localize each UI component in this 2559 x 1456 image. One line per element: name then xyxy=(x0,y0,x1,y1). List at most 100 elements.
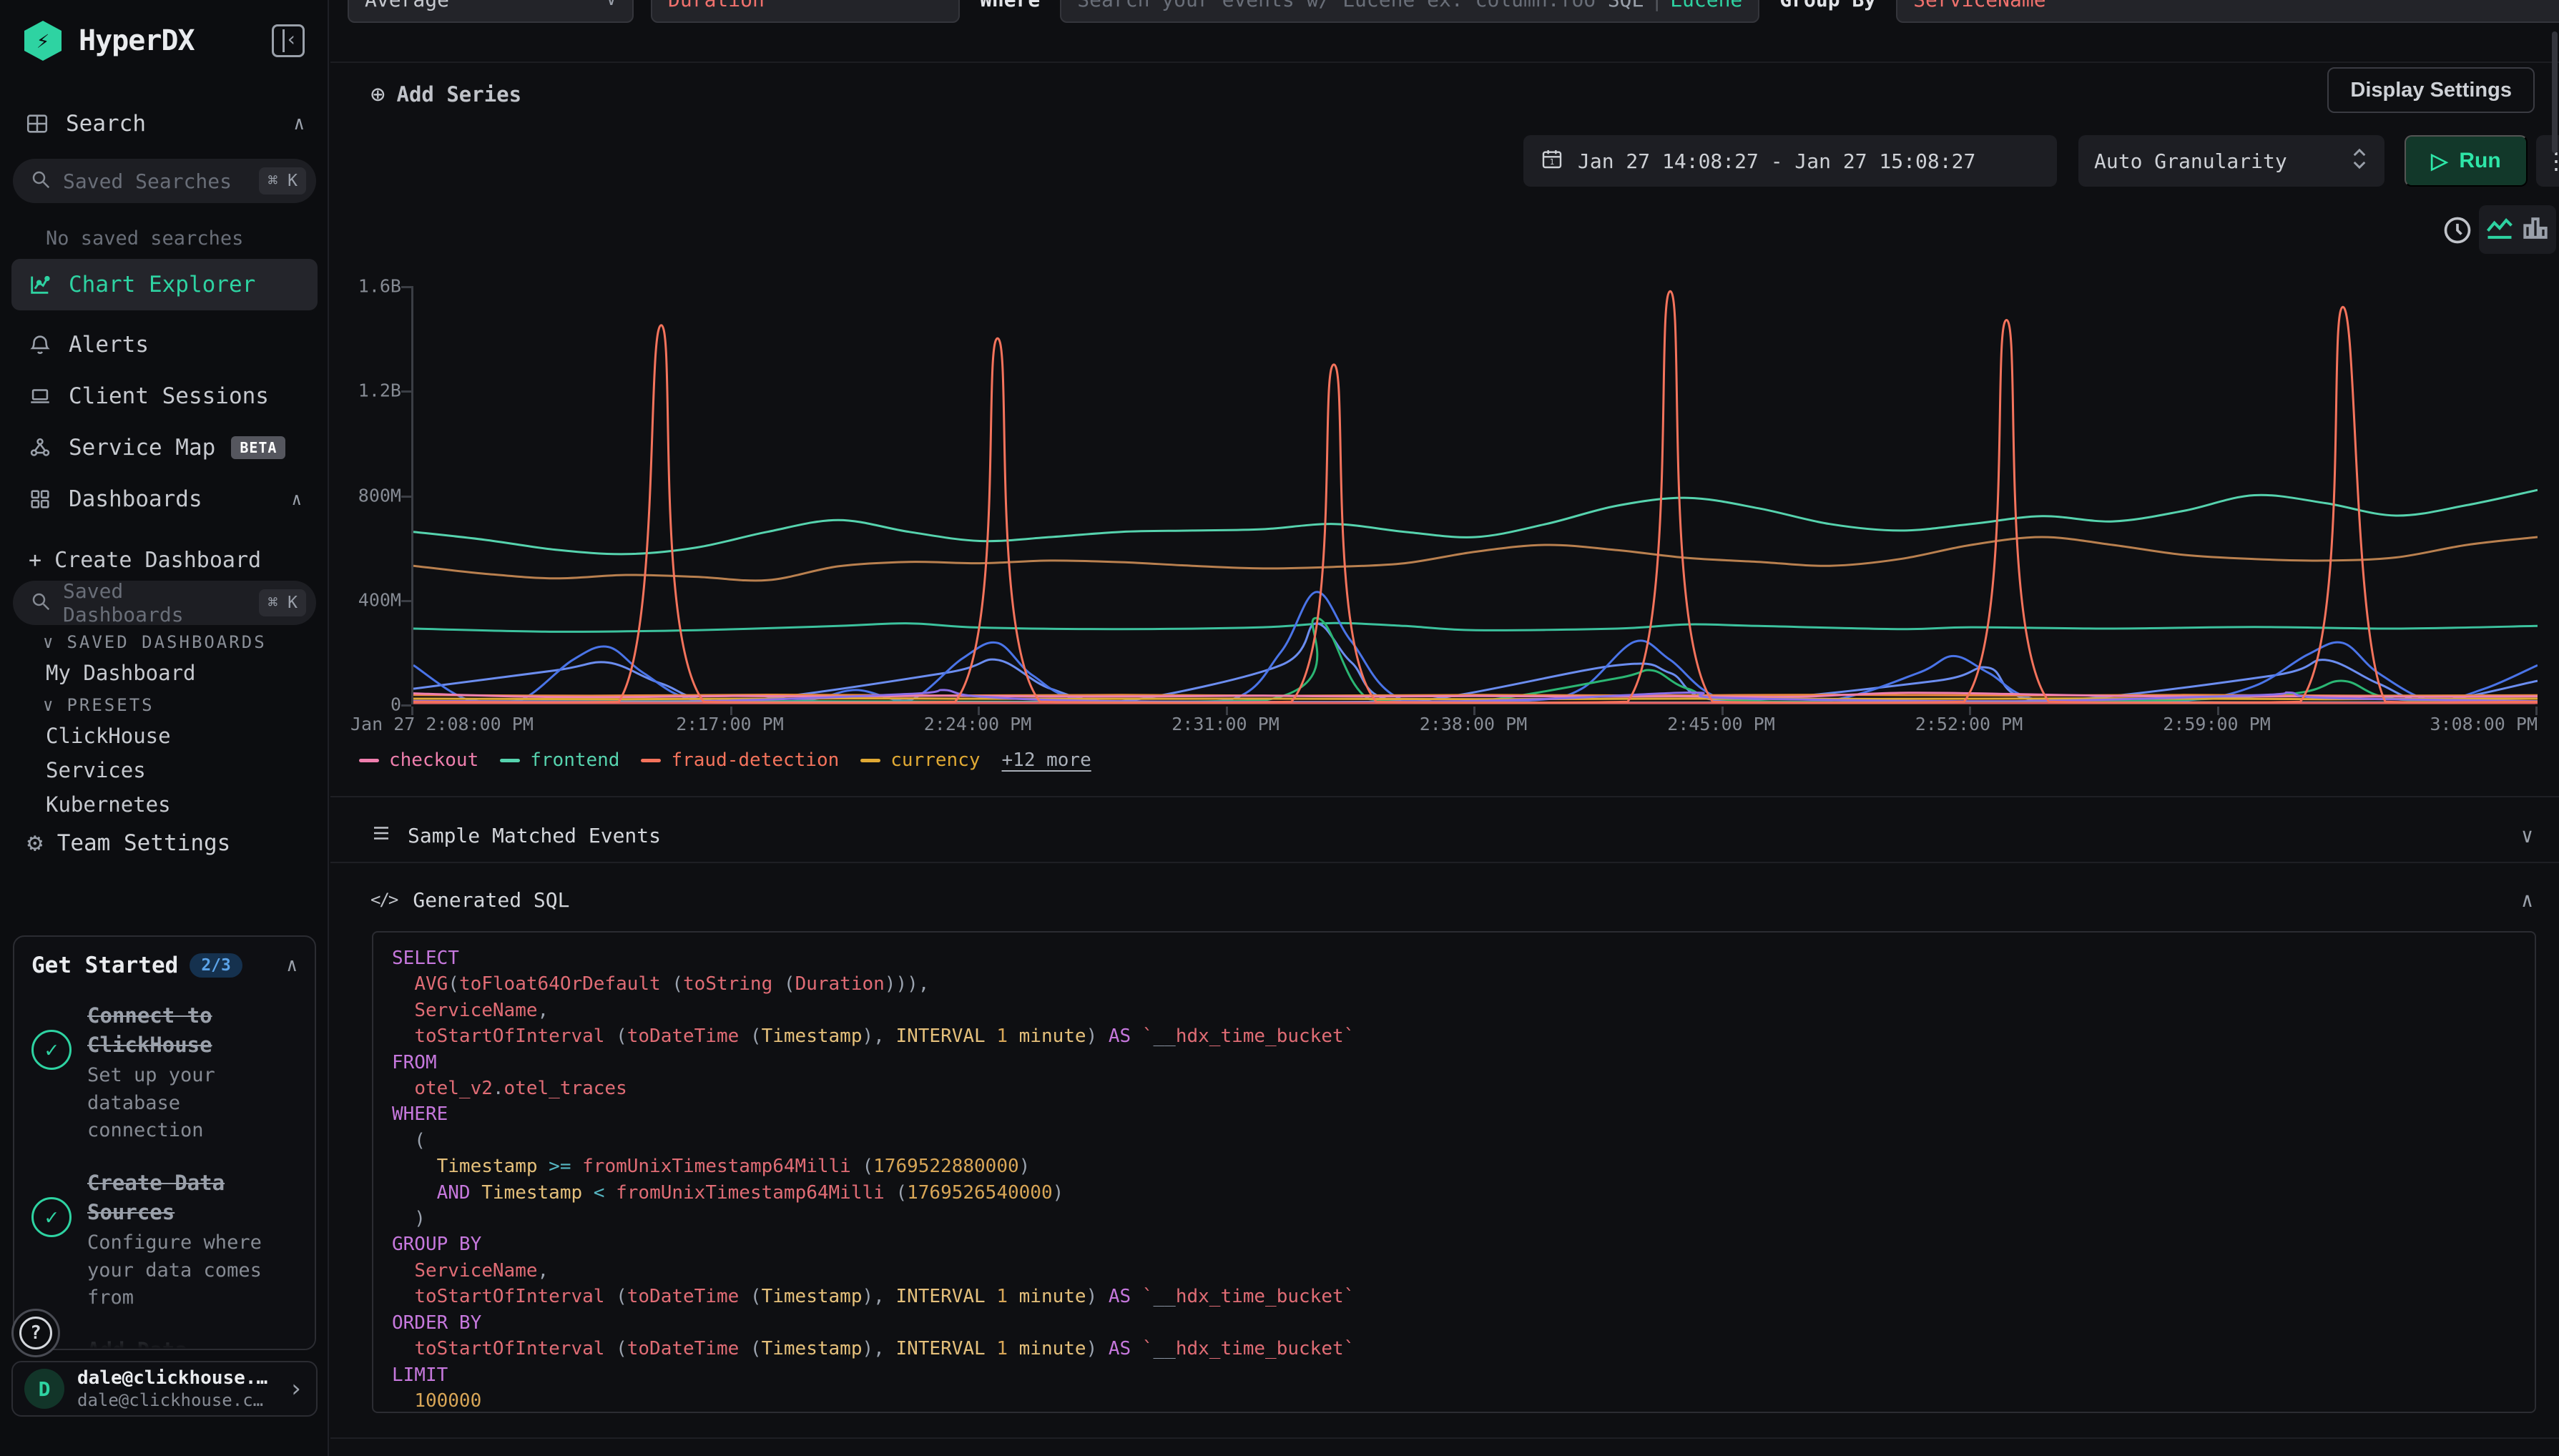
saved-searches-input[interactable]: Saved Searches ⌘ K xyxy=(13,159,316,203)
y-axis-tick xyxy=(401,496,411,498)
legend-item-fraud-detection[interactable]: fraud-detection xyxy=(641,749,839,771)
chevron-up-icon[interactable]: ∧ xyxy=(293,113,305,134)
sql-line: ServiceName, xyxy=(392,998,2516,1023)
legend-item-checkout[interactable]: checkout xyxy=(359,749,478,771)
legend-label: frontend xyxy=(530,749,619,771)
series-other-blue-light xyxy=(413,624,2538,702)
bar-chart-icon[interactable] xyxy=(2520,212,2551,247)
preset-kubernetes[interactable]: Kubernetes xyxy=(46,792,171,817)
line-chart-icon[interactable] xyxy=(2484,212,2515,247)
x-axis-tick-label: 2:59:00 PM xyxy=(2163,714,2271,734)
series-other-brown xyxy=(413,537,2538,581)
x-axis-tick-label: 2:17:00 PM xyxy=(676,714,784,734)
sql-toggle[interactable]: SQL xyxy=(1608,0,1644,11)
lucene-toggle[interactable]: Lucene xyxy=(1670,0,1742,11)
granularity-select[interactable]: Auto Granularity xyxy=(2078,135,2384,187)
legend-item-frontend[interactable]: frontend xyxy=(500,749,619,771)
create-dashboard-button[interactable]: + Create Dashboard xyxy=(29,548,261,573)
display-settings-button[interactable]: Display Settings xyxy=(2327,67,2535,113)
search-icon xyxy=(30,169,51,193)
app-logo-row: ⚡ HyperDX xyxy=(24,20,305,62)
sidebar-item-alerts[interactable]: Alerts xyxy=(11,319,318,370)
hyperdx-logo-icon[interactable]: ⚡ xyxy=(24,21,62,61)
clock-icon[interactable] xyxy=(2442,215,2473,246)
get-started-step[interactable]: ✓Create Data SourcesConfigure where your… xyxy=(14,1150,315,1317)
help-button[interactable]: ? xyxy=(11,1309,60,1357)
saved-dashboard-my-dashboard[interactable]: My Dashboard xyxy=(46,661,196,685)
series-other-blue xyxy=(413,592,2538,702)
sample-matched-events-section[interactable]: Sample Matched Events ∨ xyxy=(370,810,2533,861)
chevron-right-icon: › xyxy=(289,1374,303,1403)
user-menu[interactable]: D dale@clickhouse.… dale@clickhouse.c… › xyxy=(11,1361,318,1417)
field-input[interactable]: Duration xyxy=(651,0,960,23)
saved-dashboards-input[interactable]: Saved Dashboards ⌘ K xyxy=(13,581,316,625)
presets-section-header[interactable]: ∨ PRESETS xyxy=(43,695,154,715)
sidebar-item-label: Service Map xyxy=(69,435,215,461)
get-started-title: Get Started xyxy=(31,953,178,978)
date-range-value: Jan 27 14:08:27 - Jan 27 15:08:27 xyxy=(1578,149,1975,173)
user-name: dale@clickhouse.… xyxy=(77,1367,267,1390)
chart-type-toggle xyxy=(2479,205,2556,254)
sidebar: ⚡ HyperDX Search ∧ Saved Searches ⌘ K No… xyxy=(0,0,329,1456)
chevron-up-icon: ∧ xyxy=(2521,888,2533,912)
sidebar-item-label: Client Sessions xyxy=(69,383,269,409)
check-circle-icon: ✓ xyxy=(31,1197,72,1237)
gear-icon: ⚙ xyxy=(27,828,43,857)
generated-sql-section[interactable]: </> Generated SQL ∧ xyxy=(370,874,2533,925)
x-axis-tick-label: 3:08:00 PM xyxy=(2430,714,2538,734)
shortcut-badge: ⌘ K xyxy=(259,167,306,195)
team-settings-button[interactable]: ⚙ Team Settings xyxy=(27,828,230,857)
sidebar-item-dashboards[interactable]: Dashboards∧ xyxy=(11,473,318,525)
y-axis-tick xyxy=(401,704,411,707)
get-started-progress-badge: 2/3 xyxy=(190,953,242,978)
beta-badge: BETA xyxy=(231,436,285,459)
grid-icon xyxy=(27,486,53,512)
sql-line: LIMIT xyxy=(392,1362,2516,1388)
sql-line: SELECT xyxy=(392,945,2516,971)
legend-item-currency[interactable]: currency xyxy=(860,749,980,771)
sample-matched-events-label: Sample Matched Events xyxy=(408,824,661,847)
plus-circle-icon: ⊕ xyxy=(370,80,385,109)
series-fraud-detection xyxy=(413,291,2538,702)
date-range-picker[interactable]: 1 Jan 27 14:08:27 - Jan 27 15:08:27 xyxy=(1523,135,2057,187)
search-events-input[interactable]: Search your events w/ Lucene ex: column:… xyxy=(1060,0,1759,23)
where-label: Where xyxy=(977,0,1043,23)
generated-sql-code[interactable]: SELECT AVG(toFloat64OrDefault (toString … xyxy=(372,931,2536,1413)
chevron-down-icon: ∨ xyxy=(2521,824,2533,847)
group-by-input[interactable]: ServiceName xyxy=(1896,0,2559,23)
search-section-header[interactable]: Search ∧ xyxy=(24,106,305,142)
sidebar-item-client-sessions[interactable]: Client Sessions xyxy=(11,370,318,422)
saved-dashboards-section-header[interactable]: ∨ SAVED DASHBOARDS xyxy=(43,632,267,652)
preset-services[interactable]: Services xyxy=(46,758,146,782)
sidebar-item-chart-explorer[interactable]: Chart Explorer xyxy=(11,259,318,310)
run-button[interactable]: ▷ Run xyxy=(2405,135,2528,187)
scrollbar-thumb[interactable] xyxy=(2552,31,2558,153)
chevron-up-icon[interactable]: ∧ xyxy=(286,955,298,976)
x-axis-tick-label: 2:31:00 PM xyxy=(1172,714,1280,734)
user-email: dale@clickhouse.c… xyxy=(77,1389,267,1411)
preset-clickhouse[interactable]: ClickHouse xyxy=(46,724,171,748)
step-description: Set up your database connection xyxy=(87,1062,298,1144)
svg-text:1: 1 xyxy=(1550,157,1554,167)
chevron-updown-icon xyxy=(2350,147,2369,176)
sql-line: toStartOfInterval (toDateTime (Timestamp… xyxy=(392,1023,2516,1049)
search-icon xyxy=(30,591,51,615)
sidebar-collapse-icon[interactable] xyxy=(272,24,305,57)
chart-legend: checkout frontend fraud-detection currency +… xyxy=(359,749,1091,771)
aggregation-select[interactable]: Average ∨ xyxy=(348,0,634,23)
time-series-chart[interactable] xyxy=(411,286,2535,704)
add-series-button[interactable]: ⊕ Add Series xyxy=(370,80,521,109)
table-icon xyxy=(24,111,50,137)
chevron-down-icon: ∨ xyxy=(606,0,617,9)
group-by-label: Group By xyxy=(1777,0,1879,23)
play-icon: ▷ xyxy=(2431,149,2447,174)
chevron-down-icon: ∨ xyxy=(43,695,55,715)
sidebar-item-label: Chart Explorer xyxy=(69,272,255,297)
sidebar-item-service-map[interactable]: Service Map BETA xyxy=(11,422,318,473)
x-axis-tick-label: 2:38:00 PM xyxy=(1420,714,1528,734)
legend-more-link[interactable]: +12 more xyxy=(1002,749,1091,771)
main-content: Average ∨ Duration Where Search your eve… xyxy=(330,0,2559,1456)
legend-swatch xyxy=(860,759,880,762)
get-started-step[interactable]: ✓Connect to ClickHouseSet up your databa… xyxy=(14,983,315,1150)
list-icon xyxy=(370,822,392,849)
